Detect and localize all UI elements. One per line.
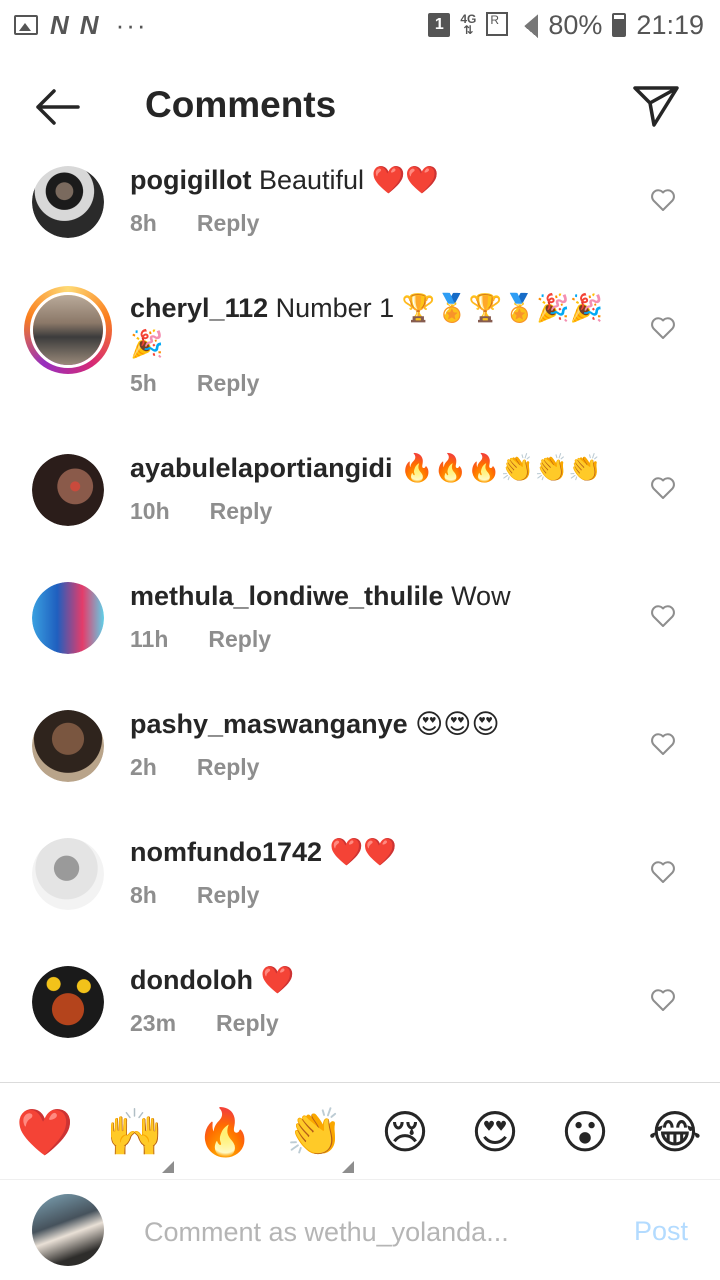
comment-meta: 11h Reply	[130, 626, 271, 653]
comment-time: 2h	[130, 754, 157, 780]
signal-icon: R	[486, 12, 539, 38]
reply-button[interactable]: Reply	[197, 754, 260, 781]
avatar[interactable]	[32, 966, 104, 1038]
comment-body: Wow	[451, 581, 511, 611]
network-type-label: 4G	[460, 12, 477, 26]
comment-text: nomfundo1742 ❤️❤️	[130, 834, 610, 870]
heart-icon[interactable]	[650, 316, 676, 340]
post-button[interactable]: Post	[634, 1216, 688, 1247]
heart-icon[interactable]	[650, 188, 676, 212]
heart-icon[interactable]	[650, 476, 676, 500]
n-notification-icon: N	[79, 9, 99, 40]
avatar	[30, 292, 106, 368]
comment-username[interactable]: pogigillot	[130, 165, 251, 195]
comment-meta: 2h Reply	[130, 754, 259, 781]
emoji-clapping-hands-glyph: 👏	[286, 1106, 344, 1158]
emoji-quick-bar: ❤️ 🙌 🔥 👏 😢 😍 😮 😂	[0, 1082, 720, 1180]
back-arrow-icon[interactable]	[34, 88, 80, 126]
skin-tone-indicator	[342, 1161, 354, 1173]
comment-meta: 10h Reply	[130, 498, 272, 525]
comment-time: 8h	[130, 882, 157, 908]
current-user-avatar[interactable]	[32, 1194, 104, 1266]
header: Comments	[0, 60, 720, 152]
heart-icon[interactable]	[650, 988, 676, 1012]
comment-username[interactable]: dondoloh	[130, 965, 253, 995]
emoji-crying-face[interactable]: 😢	[376, 1103, 434, 1161]
comment-text: methula_londiwe_thulile Wow	[130, 578, 610, 614]
comment-username[interactable]: methula_londiwe_thulile	[130, 581, 444, 611]
battery-percent: 80%	[548, 9, 603, 40]
comment-time: 23m	[130, 1010, 177, 1036]
n-notification-icon: N	[50, 9, 69, 40]
comment-username[interactable]: nomfundo1742	[130, 837, 322, 867]
reply-button[interactable]: Reply	[197, 882, 260, 909]
emoji-raising-hands-glyph: 🙌	[106, 1106, 164, 1158]
comment-input[interactable]	[144, 1210, 584, 1254]
comment-body: 🔥🔥🔥👏👏👏	[400, 453, 602, 483]
emoji-fire[interactable]: 🔥	[196, 1103, 254, 1161]
avatar-story-ring[interactable]	[24, 286, 112, 374]
comment-composer: Post	[0, 1182, 720, 1280]
battery-icon	[612, 13, 627, 37]
emoji-heart-eyes[interactable]: 😍	[466, 1103, 524, 1161]
reply-button[interactable]: Reply	[210, 498, 273, 525]
comment-text: dondoloh ❤️	[130, 962, 610, 998]
comment-time: 10h	[130, 498, 170, 524]
heart-icon[interactable]	[650, 604, 676, 628]
heart-icon[interactable]	[650, 860, 676, 884]
emoji-surprised-face[interactable]: 😮	[556, 1103, 614, 1161]
avatar[interactable]	[32, 838, 104, 910]
emoji-raising-hands[interactable]: 🙌	[106, 1103, 174, 1173]
avatar[interactable]	[32, 582, 104, 654]
comment-text: ayabulelaportiangidi 🔥🔥🔥👏👏👏	[130, 450, 610, 486]
comment-text: cheryl_112 Number 1 🏆🏅🏆🏅🎉🎉🎉	[130, 290, 610, 362]
avatar[interactable]	[32, 166, 104, 238]
comment-time: 11h	[130, 626, 169, 652]
comment-body: ❤️❤️	[329, 837, 397, 867]
send-icon[interactable]	[632, 84, 680, 128]
comment-text: pogigillot Beautiful ❤️❤️	[130, 162, 610, 198]
comment-body: Beautiful ❤️❤️	[258, 165, 439, 195]
roaming-label: R	[486, 12, 509, 36]
avatar[interactable]	[32, 710, 104, 782]
heart-icon[interactable]	[650, 732, 676, 756]
comment-username[interactable]: cheryl_112	[130, 293, 268, 323]
network-type-icon: 4G ⇅	[460, 12, 477, 37]
reply-button[interactable]: Reply	[216, 1010, 279, 1037]
more-dots-icon: ···	[115, 9, 148, 40]
status-right: 1 4G ⇅ R 80% 21:19	[428, 0, 704, 50]
comment-time: 8h	[130, 210, 157, 236]
comment-username[interactable]: ayabulelaportiangidi	[130, 453, 393, 483]
reply-button[interactable]: Reply	[197, 210, 260, 237]
signal-bars	[510, 14, 539, 38]
reply-button[interactable]: Reply	[208, 626, 271, 653]
sim-icon: 1	[428, 13, 451, 37]
comment-meta: 8h Reply	[130, 210, 259, 237]
comment-body: ❤️	[260, 965, 295, 995]
emoji-clapping-hands[interactable]: 👏	[286, 1103, 354, 1173]
image-icon	[14, 15, 38, 35]
comment-body: 😍😍😍	[415, 709, 500, 739]
avatar[interactable]	[32, 454, 104, 526]
comment-time: 5h	[130, 370, 157, 396]
comment-username[interactable]: pashy_maswanganye	[130, 709, 408, 739]
status-left: N N ···	[14, 10, 148, 41]
comment-text: pashy_maswanganye 😍😍😍	[130, 706, 610, 742]
clock: 21:19	[636, 9, 704, 40]
comment-meta: 5h Reply	[130, 370, 259, 397]
skin-tone-indicator	[162, 1161, 174, 1173]
page-title: Comments	[145, 84, 337, 125]
comment-meta: 8h Reply	[130, 882, 259, 909]
emoji-heart[interactable]: ❤️	[16, 1103, 74, 1161]
emoji-tears-of-joy[interactable]: 😂	[646, 1103, 704, 1161]
status-bar: N N ··· 1 4G ⇅ R 80% 21:19	[0, 0, 720, 50]
comment-meta: 23m Reply	[130, 1010, 279, 1037]
reply-button[interactable]: Reply	[197, 370, 260, 397]
